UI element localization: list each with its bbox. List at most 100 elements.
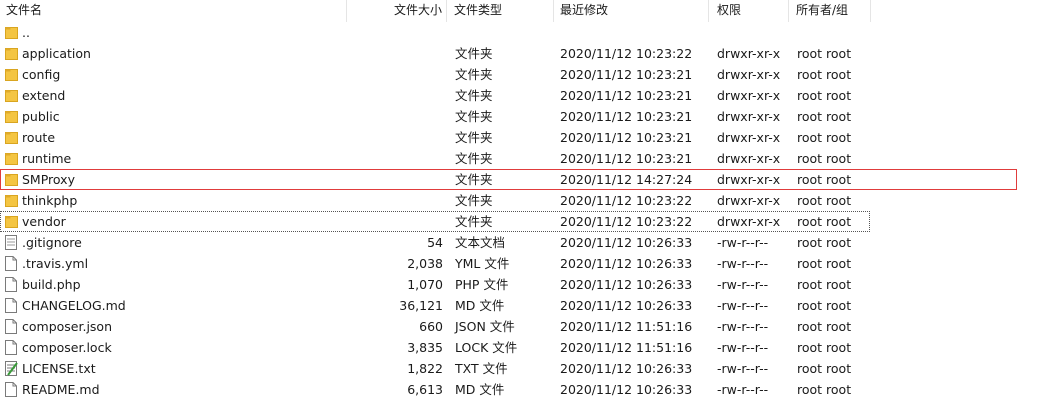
file-icon — [5, 298, 18, 313]
file-name: route — [22, 130, 56, 145]
file-rows: .. application 文件夹 2020/11/12 10:23:22 drwxr… — [0, 22, 1043, 400]
file-size — [347, 211, 443, 232]
file-owner: root root — [797, 193, 852, 208]
file-name-cell[interactable]: application — [0, 43, 347, 64]
file-name-cell[interactable]: LICENSE.txt — [0, 358, 347, 379]
file-name: thinkphp — [22, 193, 78, 208]
file-size: 54 — [427, 235, 443, 250]
file-name: build.php — [22, 277, 81, 292]
file-icon — [5, 382, 18, 397]
file-row[interactable]: composer.lock 3,835 LOCK 文件 2020/11/12 11:5… — [0, 337, 1043, 358]
file-permissions: drwxr-xr-x — [717, 109, 781, 124]
file-type: MD 文件 — [455, 298, 505, 313]
file-name-cell[interactable]: route — [0, 127, 347, 148]
column-header-perm[interactable]: 权限 — [709, 0, 789, 22]
file-row[interactable]: .travis.yml 2,038 YML 文件 2020/11/12 10:26:3… — [0, 253, 1043, 274]
file-name: composer.json — [22, 319, 113, 334]
file-type: 文件夹 — [455, 172, 493, 187]
file-type: 文件夹 — [455, 46, 493, 61]
file-owner: root root — [797, 298, 852, 313]
file-name: README.md — [22, 382, 100, 397]
file-permissions: drwxr-xr-x — [717, 67, 781, 82]
file-name-cell[interactable]: SMProxy — [0, 169, 347, 190]
file-mtime: 2020/11/12 10:23:22 — [560, 46, 693, 61]
text-file-icon — [5, 235, 18, 250]
file-row[interactable]: composer.json 660 JSON 文件 2020/11/12 11:51:… — [0, 316, 1043, 337]
file-name: CHANGELOG.md — [22, 298, 126, 313]
file-row[interactable]: thinkphp 文件夹 2020/11/12 10:23:22 drwxr-xr-x… — [0, 190, 1043, 211]
file-mtime: 2020/11/12 11:51:16 — [560, 319, 693, 334]
file-row[interactable]: LICENSE.txt 1,822 TXT 文件 2020/11/12 10:26:3… — [0, 358, 1043, 379]
file-name-cell[interactable]: extend — [0, 85, 347, 106]
file-size — [347, 106, 443, 127]
file-type: MD 文件 — [455, 382, 505, 397]
column-header-type[interactable]: 文件类型 — [447, 0, 554, 22]
column-header-owner[interactable]: 所有者/组 — [789, 0, 871, 22]
file-size — [347, 127, 443, 148]
file-name-cell[interactable]: build.php — [0, 274, 347, 295]
file-size: 6,613 — [407, 382, 443, 397]
file-owner — [797, 22, 877, 43]
file-size — [347, 64, 443, 85]
file-name-cell[interactable]: .travis.yml — [0, 253, 347, 274]
file-size — [347, 43, 443, 64]
file-row[interactable]: application 文件夹 2020/11/12 10:23:22 drwxr-x… — [0, 43, 1043, 64]
file-type: LOCK 文件 — [455, 340, 518, 355]
column-header-size[interactable]: 文件大小 — [347, 0, 447, 22]
column-header-mtime[interactable]: 最近修改 — [554, 0, 709, 22]
file-row[interactable]: runtime 文件夹 2020/11/12 10:23:21 drwxr-xr-x r… — [0, 148, 1043, 169]
file-mtime: 2020/11/12 10:26:33 — [560, 361, 693, 376]
file-owner: root root — [797, 235, 852, 250]
file-owner: root root — [797, 361, 852, 376]
file-name: public — [22, 109, 60, 124]
folder-icon — [5, 46, 18, 61]
file-name-cell[interactable]: vendor — [0, 211, 347, 232]
file-name-cell[interactable]: .gitignore — [0, 232, 347, 253]
file-name-cell[interactable]: README.md — [0, 379, 347, 400]
file-name-cell[interactable]: thinkphp — [0, 190, 347, 211]
file-row[interactable]: config 文件夹 2020/11/12 10:23:21 drwxr-xr-x ro… — [0, 64, 1043, 85]
file-permissions: drwxr-xr-x — [717, 172, 781, 187]
file-mtime: 2020/11/12 10:23:21 — [560, 67, 693, 82]
file-type: 文件夹 — [455, 130, 493, 145]
folder-icon — [5, 214, 18, 229]
file-name-cell[interactable]: config — [0, 64, 347, 85]
file-name-cell[interactable]: composer.json — [0, 316, 347, 337]
file-row[interactable]: .gitignore 54 文本文档 2020/11/12 10:26:33 -rw-r… — [0, 232, 1043, 253]
file-mtime: 2020/11/12 10:23:22 — [560, 193, 693, 208]
file-size — [347, 148, 443, 169]
folder-icon — [5, 25, 18, 40]
file-name-cell[interactable]: composer.lock — [0, 337, 347, 358]
file-name: composer.lock — [22, 340, 112, 355]
file-name: runtime — [22, 151, 72, 166]
file-icon — [5, 319, 18, 334]
column-header: 文件名 文件大小 文件类型 最近修改 权限 所有者/组 ^ — [0, 0, 1043, 22]
file-name-cell[interactable]: runtime — [0, 148, 347, 169]
file-permissions: drwxr-xr-x — [717, 214, 781, 229]
file-name: config — [22, 67, 61, 82]
file-row[interactable]: .. — [0, 22, 1043, 43]
file-row[interactable]: vendor 文件夹 2020/11/12 10:23:22 drwxr-xr-x ro… — [0, 211, 870, 232]
file-row[interactable]: build.php 1,070 PHP 文件 2020/11/12 10:26:33 -… — [0, 274, 1043, 295]
file-row[interactable]: CHANGELOG.md 36,121 MD 文件 2020/11/12 10:26:… — [0, 295, 1043, 316]
file-owner: root root — [797, 109, 852, 124]
file-owner: root root — [797, 277, 852, 292]
file-mtime: 2020/11/12 10:23:21 — [560, 151, 693, 166]
file-row[interactable]: README.md 6,613 MD 文件 2020/11/12 10:26:33 -r… — [0, 379, 1043, 400]
file-type: TXT 文件 — [455, 361, 508, 376]
file-type: 文件夹 — [455, 67, 493, 82]
folder-icon — [5, 193, 18, 208]
file-name-cell[interactable]: public — [0, 106, 347, 127]
file-mtime: 2020/11/12 10:23:21 — [560, 109, 693, 124]
file-row[interactable]: SMProxy 文件夹 2020/11/12 14:27:24 drwxr-xr-x r… — [0, 169, 1017, 190]
file-owner: root root — [797, 172, 852, 187]
file-type: 文本文档 — [455, 235, 506, 250]
file-size: 2,038 — [407, 256, 443, 271]
file-row[interactable]: route 文件夹 2020/11/12 10:23:21 drwxr-xr-x roo… — [0, 127, 1043, 148]
file-row[interactable]: public 文件夹 2020/11/12 10:23:21 drwxr-xr-x ro… — [0, 106, 1043, 127]
file-icon — [5, 256, 18, 271]
sort-indicator-icon: ^ — [170, 0, 178, 5]
file-row[interactable]: extend 文件夹 2020/11/12 10:23:21 drwxr-xr-x ro… — [0, 85, 1043, 106]
file-name-cell[interactable]: CHANGELOG.md — [0, 295, 347, 316]
file-name-cell[interactable]: .. — [0, 22, 347, 43]
